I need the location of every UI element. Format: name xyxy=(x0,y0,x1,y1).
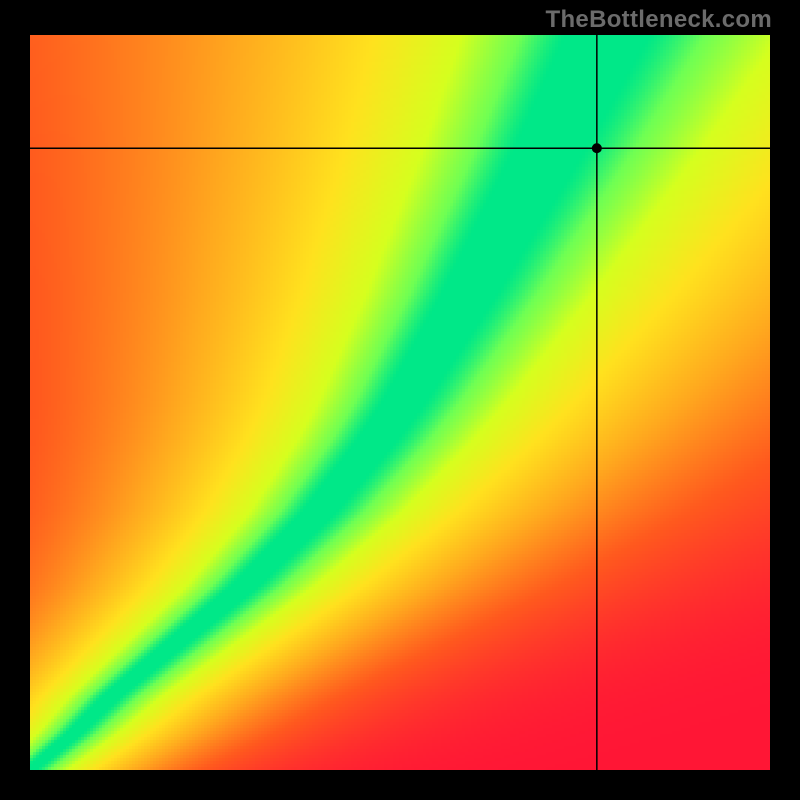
watermark-label: TheBottleneck.com xyxy=(546,6,772,34)
chart-frame: TheBottleneck.com xyxy=(0,0,800,800)
heatmap-plot xyxy=(30,35,770,770)
heatmap-canvas xyxy=(30,35,770,770)
